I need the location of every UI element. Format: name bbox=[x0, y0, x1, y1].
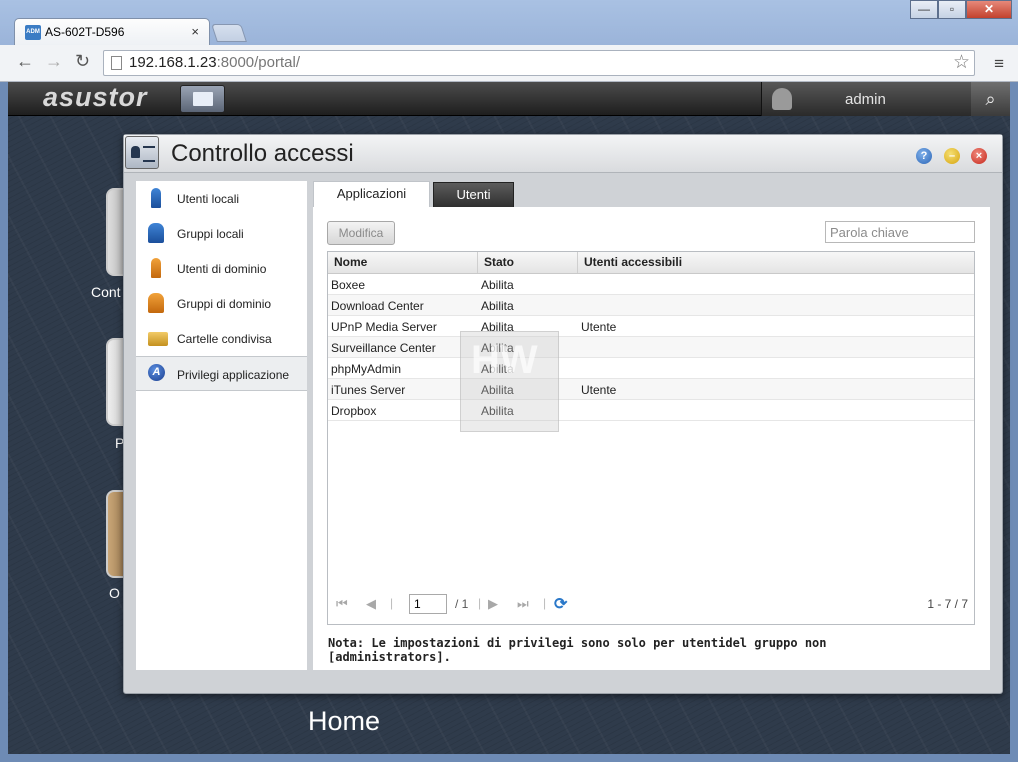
column-header-stato[interactable]: Stato bbox=[478, 252, 578, 273]
sidebar-item-utenti-di-dominio[interactable]: Utenti di dominio bbox=[136, 251, 307, 286]
access-control-icon bbox=[125, 136, 159, 169]
sidebar-item-label: Utenti di dominio bbox=[177, 262, 267, 276]
column-header-nome[interactable]: Nome bbox=[328, 252, 478, 273]
pager-separator: | bbox=[543, 596, 547, 610]
table-row[interactable]: Surveillance Center Abilita bbox=[328, 337, 974, 358]
table-row[interactable]: UPnP Media Server Abilita Utente bbox=[328, 316, 974, 337]
sidebar-item-label: Gruppi di dominio bbox=[177, 297, 272, 311]
pager-separator: | bbox=[390, 596, 394, 610]
page-icon bbox=[111, 56, 122, 70]
sidebar: Utenti locali Gruppi locali Utenti di do… bbox=[136, 181, 307, 670]
access-control-dialog: Controllo accessi ? – × Utenti locali Gr… bbox=[123, 134, 1003, 694]
user-menu[interactable]: admin bbox=[761, 82, 971, 116]
cell-status: Abilita bbox=[481, 278, 514, 292]
cell-name: phpMyAdmin bbox=[331, 362, 402, 376]
tab-applicazioni[interactable]: Applicazioni bbox=[313, 181, 430, 208]
cell-name: Surveillance Center bbox=[331, 341, 436, 355]
sidebar-item-privilegi-applicazione[interactable]: A Privilegi applicazione bbox=[136, 356, 307, 391]
home-label: Home bbox=[308, 706, 381, 736]
address-bar[interactable]: 192.168.1.23:8000/portal/ ☆ bbox=[103, 50, 975, 76]
desktop-topbar: asustor admin ⌕ bbox=[8, 82, 1010, 116]
table-row[interactable]: phpMyAdmin Abilita bbox=[328, 358, 974, 379]
desktop-app-label: O bbox=[109, 585, 120, 601]
minimize-button[interactable]: — bbox=[910, 0, 938, 19]
record-range: 1 - 7 / 7 bbox=[927, 597, 968, 611]
folder-icon bbox=[148, 332, 168, 346]
bookmark-star-icon[interactable]: ☆ bbox=[953, 51, 970, 75]
close-dialog-button[interactable]: × bbox=[971, 148, 987, 164]
last-page-icon[interactable]: ⏭ bbox=[517, 596, 529, 612]
first-page-icon[interactable]: ⏮ bbox=[336, 596, 348, 612]
sidebar-item-label: Privilegi applicazione bbox=[177, 368, 290, 382]
watermark-text: HW bbox=[471, 338, 538, 382]
maximize-button[interactable]: ▫ bbox=[938, 0, 966, 19]
cell-name: UPnP Media Server bbox=[331, 320, 437, 334]
modify-button[interactable]: Modifica bbox=[327, 221, 395, 245]
sidebar-item-gruppi-locali[interactable]: Gruppi locali bbox=[136, 216, 307, 251]
desktop-app-label: Cont bbox=[91, 284, 121, 300]
back-arrow-icon[interactable]: ← bbox=[16, 51, 34, 72]
forward-arrow-icon[interactable]: → bbox=[45, 51, 63, 72]
help-button[interactable]: ? bbox=[916, 148, 932, 164]
column-header-utenti[interactable]: Utenti accessibili bbox=[578, 252, 974, 273]
search-icon[interactable]: ⌕ bbox=[971, 82, 1010, 116]
cell-name: iTunes Server bbox=[331, 383, 406, 397]
dialog-title: Controllo accessi bbox=[171, 140, 354, 167]
url-host: 192.168.1.23 bbox=[129, 54, 217, 71]
cell-users: Utente bbox=[581, 383, 617, 397]
window-controls: — ▫ ✕ bbox=[910, 0, 1012, 20]
next-page-icon[interactable]: ▶ bbox=[488, 596, 498, 612]
sidebar-item-label: Gruppi locali bbox=[177, 227, 244, 241]
cell-name: Download Center bbox=[331, 299, 424, 313]
asustor-logo: asustor bbox=[43, 82, 148, 112]
dialog-header[interactable]: Controllo accessi ? – × bbox=[124, 135, 1002, 173]
tab-utenti[interactable]: Utenti bbox=[433, 182, 514, 208]
domain-user-icon bbox=[151, 258, 161, 278]
sidebar-item-cartelle-condivisa[interactable]: Cartelle condivisa bbox=[136, 321, 307, 356]
watermark-logo: HW bbox=[460, 331, 559, 432]
tab-close-icon[interactable]: × bbox=[191, 24, 199, 39]
pagination-bar: ⏮ ◀ | / 1 | ▶ ⏭ | ⟳ 1 - 7 / 7 bbox=[328, 592, 974, 618]
close-window-button[interactable]: ✕ bbox=[966, 0, 1012, 19]
user-icon bbox=[151, 188, 161, 208]
refresh-icon[interactable]: ⟳ bbox=[554, 594, 567, 614]
cell-name: Dropbox bbox=[331, 404, 377, 418]
url-path: :8000/portal/ bbox=[216, 54, 300, 71]
table-row[interactable]: Boxee Abilita bbox=[328, 274, 974, 295]
group-icon bbox=[148, 223, 164, 243]
table-row[interactable]: iTunes Server Abilita Utente bbox=[328, 379, 974, 400]
prev-page-icon[interactable]: ◀ bbox=[366, 596, 376, 612]
privilege-note: Nota: Le impostazioni di privilegi sono … bbox=[328, 636, 827, 664]
user-name: admin bbox=[845, 91, 886, 108]
cell-status: Abilita bbox=[481, 299, 514, 313]
menu-icon[interactable]: ≡ bbox=[994, 54, 1004, 74]
browser-toolbar: ← → ↻ 192.168.1.23:8000/portal/ ☆ ≡ bbox=[0, 45, 1018, 82]
sidebar-item-utenti-locali[interactable]: Utenti locali bbox=[136, 181, 307, 216]
minimize-dialog-button[interactable]: – bbox=[944, 148, 960, 164]
browser-tab-title: AS-602T-D596 bbox=[45, 25, 125, 39]
keyword-search-input[interactable] bbox=[825, 221, 975, 243]
sidebar-item-label: Cartelle condivisa bbox=[177, 332, 272, 346]
reload-icon[interactable]: ↻ bbox=[75, 51, 90, 72]
applications-table: Nome Stato Utenti accessibili Boxee Abil… bbox=[327, 251, 975, 625]
cell-users: Utente bbox=[581, 320, 617, 334]
access-control-taskbar-icon[interactable] bbox=[180, 85, 225, 113]
new-tab-button[interactable] bbox=[211, 24, 247, 42]
user-icon bbox=[772, 88, 792, 110]
page-total: / 1 bbox=[455, 597, 469, 611]
sidebar-item-label: Utenti locali bbox=[177, 192, 240, 206]
favicon-icon: ADM bbox=[25, 25, 41, 40]
pager-separator: | bbox=[478, 596, 482, 610]
cell-name: Boxee bbox=[331, 278, 366, 292]
app-privilege-icon: A bbox=[148, 364, 165, 381]
main-panel: Modifica Nome Stato Utenti accessibili B… bbox=[313, 207, 990, 670]
browser-tab[interactable]: ADM AS-602T-D596 × bbox=[14, 18, 210, 45]
browser-chrome: ADM AS-602T-D596 × — ▫ ✕ ← → ↻ 192.168.1… bbox=[0, 0, 1018, 82]
page-number-input[interactable] bbox=[409, 594, 447, 614]
table-row[interactable]: Dropbox Abilita bbox=[328, 400, 974, 421]
table-header: Nome Stato Utenti accessibili bbox=[328, 252, 974, 274]
sidebar-item-gruppi-di-dominio[interactable]: Gruppi di dominio bbox=[136, 286, 307, 321]
domain-group-icon bbox=[148, 293, 164, 313]
table-row[interactable]: Download Center Abilita bbox=[328, 295, 974, 316]
